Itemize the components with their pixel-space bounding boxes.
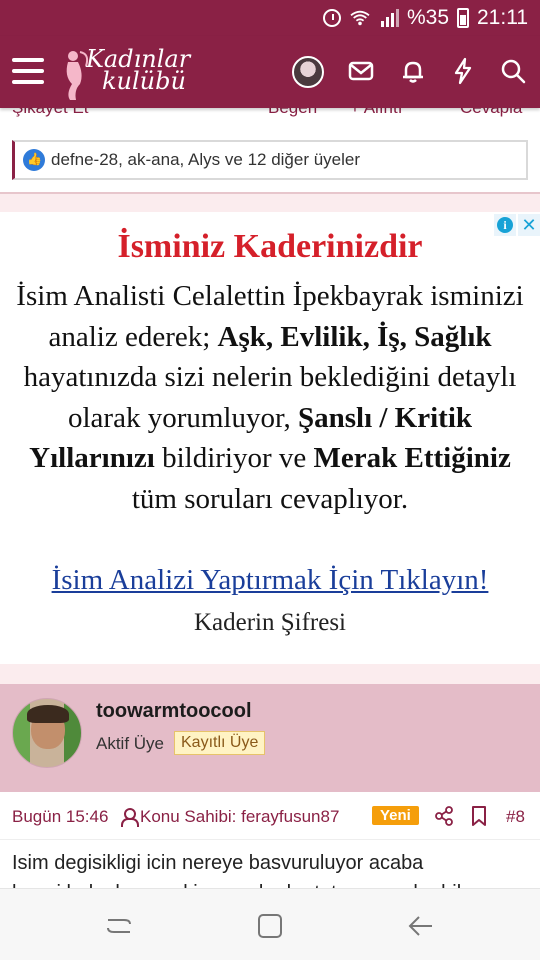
ad-bold-text: Aşk, Evlilik, İş, Sağlık <box>217 320 492 353</box>
post-number[interactable]: #8 <box>506 807 525 827</box>
home-icon[interactable] <box>255 911 285 941</box>
user-title: Aktif Üye <box>96 734 165 753</box>
post-time[interactable]: Bugün 15:46 <box>12 807 108 827</box>
like-icon <box>23 149 45 171</box>
ad-title: İsminiz Kaderinizdir <box>117 228 423 265</box>
status-bar: %35 21:11 <box>0 0 540 36</box>
recent-apps-icon[interactable] <box>104 911 134 941</box>
advertisement[interactable]: i ✕ İsminiz Kaderinizdir İsim Analisti C… <box>0 212 540 664</box>
ad-bold-text: Merak Ettiğiniz <box>313 442 511 474</box>
signal-icon <box>380 9 399 27</box>
logo-line2: kulübü <box>102 67 186 95</box>
username[interactable]: toowarmtoocool <box>96 700 252 723</box>
spacer <box>0 194 540 212</box>
bell-icon[interactable] <box>398 56 428 86</box>
system-nav-bar <box>0 888 540 960</box>
ad-link[interactable]: İsim Analizi Yaptırmak İçin Tıklayın! <box>0 564 540 597</box>
thread-owner: Konu Sahibi: ferayfusun87 <box>120 807 339 827</box>
spacer <box>0 664 540 684</box>
avatar[interactable] <box>292 56 324 88</box>
battery-percent: %35 <box>406 6 449 29</box>
share-icon[interactable] <box>434 806 454 826</box>
mail-icon[interactable] <box>346 56 376 86</box>
site-logo[interactable]: Kadınlar kulübü <box>60 44 210 100</box>
back-icon[interactable] <box>406 911 436 941</box>
search-icon[interactable] <box>498 56 528 86</box>
user-badge: Kayıtlı Üye <box>174 731 266 755</box>
ad-text: tüm soruları cevaplıyor. <box>131 482 409 515</box>
clock: 21:11 <box>477 6 528 29</box>
post-body-line: Isim degisikligi icin nereye basvuruluyo… <box>12 852 424 874</box>
lightning-icon[interactable] <box>448 56 478 86</box>
app-header: Kadınlar kulübü <box>0 36 540 108</box>
ad-brand: Kaderin Şifresi <box>193 609 347 636</box>
user-avatar[interactable] <box>12 698 82 768</box>
wifi-icon <box>350 10 370 26</box>
battery-icon <box>457 8 469 28</box>
alarm-icon <box>322 9 341 27</box>
reactions-text[interactable]: defne-28, ak-ana, Alys ve 12 diğer üyele… <box>51 150 360 170</box>
ad-body: İsim Analisti Celalettin İpekbayrak ismi… <box>12 276 528 519</box>
post-user-card: toowarmtoocool Aktif Üye Kayıtlı Üye <box>0 684 540 792</box>
ad-link-text[interactable]: İsim Analizi Yaptırmak İçin Tıklayın! <box>52 564 489 596</box>
thread-owner-text: Konu Sahibi: ferayfusun87 <box>140 807 340 826</box>
reactions-bar[interactable]: defne-28, ak-ana, Alys ve 12 diğer üyele… <box>12 140 528 180</box>
bookmark-icon[interactable] <box>470 806 488 826</box>
menu-icon[interactable] <box>12 58 44 84</box>
person-icon <box>120 808 139 827</box>
new-badge: Yeni <box>372 806 419 825</box>
post-meta: Bugün 15:46 Konu Sahibi: ferayfusun87 Ye… <box>0 792 540 840</box>
ad-text: bildiriyor ve <box>154 442 314 474</box>
